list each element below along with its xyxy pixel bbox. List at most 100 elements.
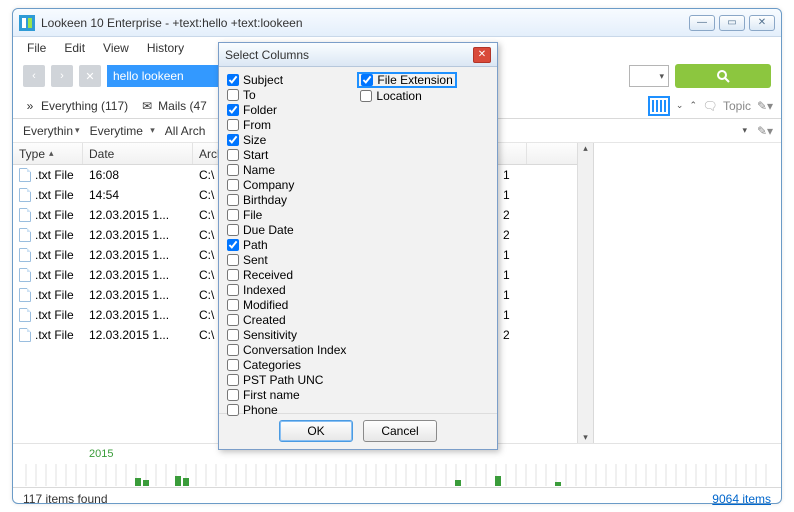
edit-layout-icon[interactable]: ✎▾ xyxy=(757,99,771,113)
col-num[interactable] xyxy=(497,143,527,164)
right-tools: ⌄ ⌃ 🗨 Topic ✎▾ xyxy=(648,96,771,116)
preview-pane xyxy=(593,143,781,443)
nav-clear-button[interactable]: ✕ xyxy=(79,65,101,87)
column-checkbox[interactable]: Categories xyxy=(227,358,346,372)
maximize-button[interactable]: ▭ xyxy=(719,15,745,31)
checkbox-input[interactable] xyxy=(227,74,239,86)
filter-archive[interactable]: All Arch xyxy=(165,124,206,138)
column-checkbox[interactable]: PST Path UNC xyxy=(227,373,346,387)
column-checkbox[interactable]: Birthday xyxy=(227,193,346,207)
col-date[interactable]: Date xyxy=(83,143,193,164)
column-checkbox[interactable]: First name xyxy=(227,388,346,402)
column-checkbox[interactable]: Due Date xyxy=(227,223,346,237)
column-checkbox[interactable]: Path xyxy=(227,238,346,252)
column-checkbox[interactable]: Company xyxy=(227,178,346,192)
titlebar[interactable]: Lookeen 10 Enterprise - +text:hello +tex… xyxy=(13,9,781,37)
checkbox-input[interactable] xyxy=(227,299,239,311)
column-checkbox[interactable]: File Extension xyxy=(357,72,456,88)
checkbox-input[interactable] xyxy=(227,389,239,401)
column-checkbox[interactable]: Created xyxy=(227,313,346,327)
checkbox-input[interactable] xyxy=(227,284,239,296)
expand-icon[interactable]: ⌃ xyxy=(689,100,697,111)
dialog-title: Select Columns xyxy=(225,48,309,62)
checkbox-input[interactable] xyxy=(227,179,239,191)
checkbox-label: To xyxy=(243,88,256,102)
file-icon xyxy=(19,168,31,182)
checkbox-input[interactable] xyxy=(227,269,239,281)
checkbox-input[interactable] xyxy=(227,329,239,341)
filter-time[interactable]: Everytime ▾ xyxy=(90,124,155,138)
column-checkbox[interactable]: Sensitivity xyxy=(227,328,346,342)
menu-edit[interactable]: Edit xyxy=(64,41,85,55)
checkbox-input[interactable] xyxy=(361,74,373,86)
filter-edit-icon[interactable]: ✎▾ xyxy=(757,124,771,138)
close-button[interactable]: ✕ xyxy=(749,15,775,31)
topic-label: Topic xyxy=(723,99,751,113)
checkbox-input[interactable] xyxy=(227,149,239,161)
checkbox-input[interactable] xyxy=(227,134,239,146)
search-text: hello lookeen xyxy=(113,69,184,83)
checkbox-input[interactable] xyxy=(227,164,239,176)
checkbox-label: PST Path UNC xyxy=(243,373,323,387)
nav-back-button[interactable]: ‹ xyxy=(23,65,45,87)
filter-more[interactable]: ▾ xyxy=(742,125,747,136)
column-checkbox[interactable]: To xyxy=(227,88,346,102)
view-list-button[interactable] xyxy=(648,96,670,116)
dialog-close-button[interactable]: ✕ xyxy=(473,47,491,63)
search-scope-combo[interactable]: ▾ xyxy=(629,65,669,87)
minimize-button[interactable]: — xyxy=(689,15,715,31)
ok-button[interactable]: OK xyxy=(279,420,353,442)
menu-file[interactable]: File xyxy=(27,41,46,55)
checkbox-input[interactable] xyxy=(227,119,239,131)
tab-everything[interactable]: » Everything (117) xyxy=(23,99,128,113)
nav-forward-button[interactable]: › xyxy=(51,65,73,87)
checkbox-input[interactable] xyxy=(227,239,239,251)
column-checkbox[interactable]: Modified xyxy=(227,298,346,312)
dialog-titlebar[interactable]: Select Columns ✕ xyxy=(219,43,497,67)
column-checkbox[interactable]: File xyxy=(227,208,346,222)
filter-type[interactable]: Everythin▾ xyxy=(23,124,80,138)
everything-icon: » xyxy=(23,99,37,113)
column-checkbox[interactable]: Subject xyxy=(227,73,346,87)
column-checkbox[interactable]: Received xyxy=(227,268,346,282)
checkbox-input[interactable] xyxy=(227,224,239,236)
column-checkbox[interactable]: Indexed xyxy=(227,283,346,297)
menu-view[interactable]: View xyxy=(103,41,129,55)
column-checkbox[interactable]: From xyxy=(227,118,346,132)
checkbox-label: Start xyxy=(243,148,268,162)
checkbox-input[interactable] xyxy=(227,254,239,266)
vertical-scrollbar[interactable]: ▴▾ xyxy=(577,143,593,443)
column-checkbox[interactable]: Phone xyxy=(227,403,346,417)
column-checkbox[interactable]: Sent xyxy=(227,253,346,267)
checkbox-input[interactable] xyxy=(227,194,239,206)
search-button[interactable] xyxy=(675,64,771,88)
column-checkbox[interactable]: Folder xyxy=(227,103,346,117)
checkbox-label: Subject xyxy=(243,73,283,87)
checkbox-input[interactable] xyxy=(227,359,239,371)
column-checkbox[interactable]: Start xyxy=(227,148,346,162)
checkbox-label: Created xyxy=(243,313,286,327)
checkbox-input[interactable] xyxy=(360,90,372,102)
checkbox-input[interactable] xyxy=(227,344,239,356)
collapse-icon[interactable]: ⌄ xyxy=(676,100,684,111)
checkbox-label: Categories xyxy=(243,358,301,372)
column-checkbox[interactable]: Location xyxy=(360,88,453,104)
column-checkbox[interactable]: Size xyxy=(227,133,346,147)
cancel-button[interactable]: Cancel xyxy=(363,420,437,442)
checkbox-input[interactable] xyxy=(227,404,239,416)
tab-mails[interactable]: ✉ Mails (47 xyxy=(140,99,207,113)
checkbox-input[interactable] xyxy=(227,89,239,101)
timeline-track xyxy=(25,464,769,486)
status-items-link[interactable]: 9064 items xyxy=(712,492,771,506)
column-checkbox[interactable]: Conversation Index xyxy=(227,343,346,357)
checkbox-input[interactable] xyxy=(227,209,239,221)
checkbox-input[interactable] xyxy=(227,104,239,116)
column-checkbox[interactable]: Name xyxy=(227,163,346,177)
checkbox-label: File xyxy=(243,208,262,222)
checkbox-input[interactable] xyxy=(227,374,239,386)
col-type[interactable]: Type▴ xyxy=(13,143,83,164)
checkbox-label: Phone xyxy=(243,403,278,417)
checkbox-input[interactable] xyxy=(227,314,239,326)
checkbox-label: Size xyxy=(243,133,266,147)
menu-history[interactable]: History xyxy=(147,41,184,55)
